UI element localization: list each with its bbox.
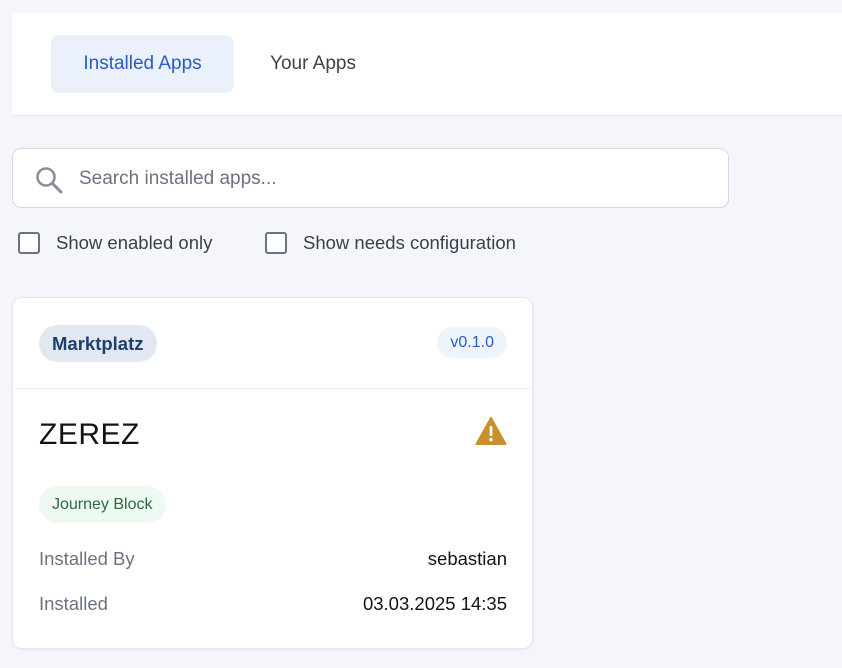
app-name: ZEREZ xyxy=(39,418,140,451)
search-input[interactable] xyxy=(77,149,711,209)
app-card-header: Marktplatz v0.1.0 xyxy=(13,298,532,389)
app-card[interactable]: Marktplatz v0.1.0 ZEREZ Journey Block In… xyxy=(12,297,533,649)
installed-date-value: 03.03.2025 14:35 xyxy=(362,593,507,614)
tab-installed-apps[interactable]: Installed Apps xyxy=(51,35,234,93)
enabled-only-checkbox[interactable] xyxy=(18,232,40,254)
app-type-badge: Journey Block xyxy=(39,486,166,523)
installed-by-value: sebastian xyxy=(427,548,507,569)
source-badge: Marktplatz xyxy=(39,325,157,362)
installed-date-label: Installed xyxy=(39,593,108,614)
installed-by-label: Installed By xyxy=(39,548,135,569)
search-icon xyxy=(36,167,63,194)
tab-bar: Installed Apps Your Apps xyxy=(12,13,842,116)
enabled-only-label: Show enabled only xyxy=(56,232,213,253)
tab-your-apps[interactable]: Your Apps xyxy=(245,35,381,93)
warning-icon xyxy=(475,417,507,445)
needs-configuration-label: Show needs configuration xyxy=(303,232,516,253)
needs-configuration-checkbox[interactable] xyxy=(265,232,287,254)
search-box xyxy=(12,148,729,209)
filter-needs-configuration[interactable]: Show needs configuration xyxy=(265,230,516,256)
filter-enabled-only[interactable]: Show enabled only xyxy=(18,230,212,256)
version-badge: v0.1.0 xyxy=(437,327,507,358)
